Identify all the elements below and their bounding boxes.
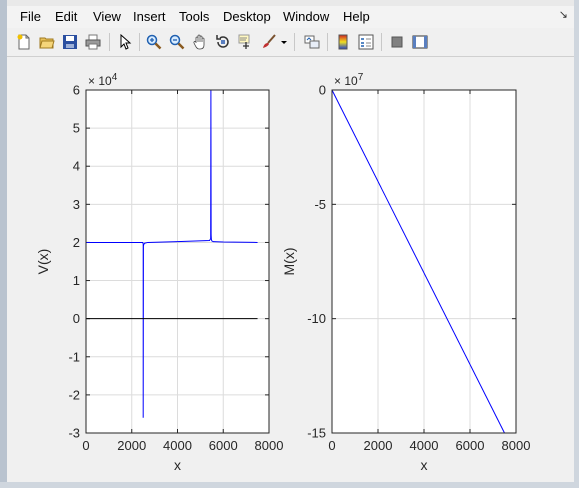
x-tick-label: 2000 — [364, 438, 393, 453]
y-axis-label: V(x) — [35, 249, 51, 275]
x-tick-label: 8000 — [255, 438, 284, 453]
y-tick-label: -5 — [314, 197, 326, 212]
menu-desktop[interactable]: Desktop — [223, 9, 271, 24]
colorbar-icon[interactable] — [333, 32, 353, 52]
y-tick-label: -15 — [307, 426, 326, 441]
menu-bar: File Edit View Insert Tools Desktop Wind… — [7, 6, 574, 28]
y-tick-label: 2 — [73, 235, 80, 250]
x-tick-label: 6000 — [456, 438, 485, 453]
x-axis-label: x — [421, 457, 428, 473]
figure-toolbar — [7, 28, 574, 57]
y-tick-label: -3 — [68, 426, 80, 441]
x-axis-label: x — [174, 457, 181, 473]
zoom-in-icon[interactable] — [144, 32, 164, 52]
toolbar-separator — [294, 33, 295, 51]
open-file-icon[interactable] — [37, 32, 57, 52]
hide-plot-tools-icon[interactable] — [387, 32, 407, 52]
brush-dropdown-icon[interactable] — [279, 32, 289, 52]
y-tick-label: 1 — [73, 273, 80, 288]
zoom-out-icon[interactable] — [167, 32, 187, 52]
undock-arrow-icon[interactable]: ↘ — [559, 8, 568, 21]
menu-help[interactable]: Help — [343, 9, 370, 24]
x-tick-label: 6000 — [209, 438, 238, 453]
axis-exponent-label: × 107 — [334, 72, 364, 88]
rotate-3d-icon[interactable] — [213, 32, 233, 52]
menu-window[interactable]: Window — [283, 9, 329, 24]
x-tick-label: 0 — [328, 438, 335, 453]
y-tick-label: 0 — [73, 311, 80, 326]
menu-file[interactable]: File — [20, 9, 41, 24]
brush-icon[interactable] — [259, 32, 279, 52]
menu-insert[interactable]: Insert — [133, 9, 166, 24]
x-tick-label: 4000 — [163, 438, 192, 453]
axis-exponent-label: × 104 — [88, 72, 118, 88]
plots-svg: 0 2000 4000 6000 8000-3-2-10123456× 104xV(x)… — [35, 72, 531, 473]
y-tick-label: 4 — [73, 159, 80, 174]
y-tick-label: 5 — [73, 121, 80, 136]
y-tick-label: 3 — [73, 197, 80, 212]
toolbar-separator — [139, 33, 140, 51]
menu-tools[interactable]: Tools — [179, 9, 209, 24]
window-border-right — [574, 0, 579, 488]
figure-canvas: 0 2000 4000 6000 8000 -3 -2 -1 0 1 2 3 4 5 6 × 104 x V(x)… — [7, 57, 574, 482]
window-border-left — [0, 0, 7, 488]
toolbar-separator — [381, 33, 382, 51]
window-border-bottom — [0, 482, 579, 488]
link-plot-icon[interactable] — [302, 32, 322, 52]
new-figure-icon[interactable] — [14, 32, 34, 52]
y-axis-label: M(x) — [281, 248, 297, 276]
save-icon[interactable] — [60, 32, 80, 52]
axis-exponent-power: 7 — [358, 72, 364, 83]
show-plot-tools-icon[interactable] — [410, 32, 430, 52]
toolbar-separator — [109, 33, 110, 51]
legend-icon[interactable] — [356, 32, 376, 52]
y-tick-label: -2 — [68, 387, 80, 402]
pointer-icon[interactable] — [115, 32, 135, 52]
menu-edit[interactable]: Edit — [55, 9, 77, 24]
x-tick-label: 8000 — [502, 438, 531, 453]
toolbar-separator — [327, 33, 328, 51]
data-cursor-icon[interactable] — [236, 32, 256, 52]
pan-hand-icon[interactable] — [190, 32, 210, 52]
x-tick-label: 4000 — [410, 438, 439, 453]
axis-exponent-power: 4 — [112, 72, 118, 83]
x-tick-label: 2000 — [117, 438, 146, 453]
axis-exponent-base: × 10 — [334, 74, 358, 88]
axis-exponent-base: × 10 — [88, 74, 112, 88]
menu-view[interactable]: View — [93, 9, 121, 24]
y-tick-label: -10 — [307, 311, 326, 326]
y-tick-label: -1 — [68, 349, 80, 364]
x-tick-label: 0 — [82, 438, 89, 453]
y-tick-label: 0 — [319, 83, 326, 98]
print-icon[interactable] — [83, 32, 103, 52]
y-tick-label: 6 — [73, 83, 80, 98]
